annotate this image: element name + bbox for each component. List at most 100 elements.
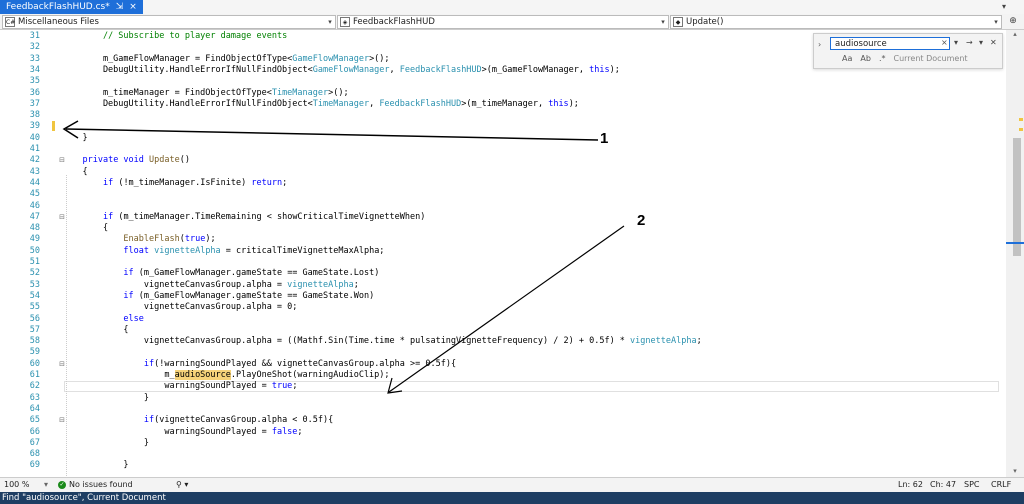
clear-search-icon[interactable]: × (941, 38, 948, 47)
line-number: 52 (29, 268, 40, 279)
code-line[interactable]: warningSoundPlayed = false; (62, 427, 302, 437)
code-line[interactable]: vignetteCanvasGroup.alpha = ((Mathf.Sin(… (62, 336, 702, 346)
pin-icon[interactable]: ⇲ (116, 0, 124, 14)
find-next-icon[interactable]: → (966, 38, 973, 47)
line-indicator[interactable]: Ln: 62 (898, 478, 923, 492)
navigation-bar: C# Miscellaneous Files ▾ ◈ FeedbackFlash… (0, 14, 1024, 30)
class-icon: ◈ (340, 17, 350, 27)
scrollbar-thumb[interactable] (1013, 138, 1021, 256)
cleanup-icon[interactable]: ⚲ ▾ (176, 478, 188, 492)
line-ending-indicator[interactable]: CRLF (991, 478, 1011, 492)
line-number: 62 (29, 381, 40, 392)
code-editor[interactable]: 31 32 33 34 35 36 37 38 39 40 41 42 43 44 45 46 47 48 49 50… (0, 30, 1024, 477)
find-collapse-icon[interactable]: ▾ (979, 38, 983, 47)
code-line[interactable]: if (!m_timeManager.IsFinite) return; (62, 178, 287, 188)
line-number: 55 (29, 302, 40, 313)
code-line[interactable]: vignetteCanvasGroup.alpha = 0; (62, 302, 298, 312)
code-line[interactable]: { (62, 223, 108, 233)
member-combo[interactable]: ◆ Update() ▾ (670, 15, 1002, 29)
code-line[interactable]: if(vignetteCanvasGroup.alpha < 0.5f){ (62, 415, 333, 425)
code-line[interactable]: } (62, 460, 128, 470)
issues-text: No issues found (69, 480, 133, 489)
line-number: 38 (29, 110, 40, 121)
code-line[interactable]: } (62, 438, 149, 448)
csharp-file-icon: C# (5, 17, 16, 27)
code-line[interactable]: // Subscribe to player damage events (62, 31, 287, 41)
toggle-replace-icon[interactable]: › (818, 40, 821, 49)
project-combo-label: Miscellaneous Files (18, 17, 99, 27)
line-number: 64 (29, 403, 40, 414)
chevron-down-icon: ▾ (994, 18, 998, 26)
find-options-icon[interactable]: ▾ (954, 38, 958, 47)
line-number: 53 (29, 279, 40, 290)
app-status-text: Find "audiosource", Current Document (2, 493, 166, 503)
column-indicator[interactable]: Ch: 47 (930, 478, 956, 492)
indent-guide (66, 174, 67, 477)
find-scope[interactable]: Current Document (893, 54, 967, 63)
code-line[interactable]: DebugUtility.HandleErrorIfNullFindObject… (62, 65, 620, 75)
class-combo[interactable]: ◈ FeedbackFlashHUD ▾ (337, 15, 669, 29)
line-number: 50 (29, 245, 40, 256)
line-number: 44 (29, 177, 40, 188)
line-number: 61 (29, 370, 40, 380)
code-line[interactable]: { (62, 325, 128, 335)
code-line[interactable]: m_audioSource.PlayOneShot(warningAudioCl… (62, 370, 390, 380)
line-number: 47 (29, 211, 40, 222)
class-combo-label: FeedbackFlashHUD (353, 17, 435, 27)
chevron-down-icon: ▾ (661, 18, 665, 26)
code-line[interactable]: float vignetteAlpha = criticalTimeVignet… (62, 246, 384, 256)
line-number: 49 (29, 234, 40, 245)
line-number: 63 (29, 392, 40, 403)
code-line[interactable]: warningSoundPlayed = true; (62, 381, 297, 391)
code-line[interactable]: DebugUtility.HandleErrorIfNullFindObject… (62, 99, 579, 109)
line-number: 36 (29, 87, 40, 98)
close-find-icon[interactable]: ✕ (990, 38, 997, 47)
code-line[interactable]: } (62, 393, 149, 403)
scroll-up-icon[interactable]: ▴ (1006, 30, 1024, 40)
line-number: 68 (29, 449, 40, 460)
code-line[interactable]: if (m_GameFlowManager.gameState == GameS… (62, 268, 379, 278)
line-number-gutter: 31 32 33 34 35 36 37 38 39 40 41 42 43 44 45 46 47 48 49 50… (0, 30, 40, 477)
line-number: 59 (29, 347, 40, 358)
line-number: 41 (29, 144, 40, 154)
chevron-down-icon: ▾ (328, 18, 332, 26)
line-number: 45 (29, 189, 40, 200)
code-line[interactable]: if (m_GameFlowManager.gameState == GameS… (62, 291, 374, 301)
whitespace-indicator[interactable]: SPC (964, 478, 980, 492)
split-editor-icon[interactable]: ⊕ (1006, 15, 1020, 28)
line-number: 34 (29, 64, 40, 75)
code-line[interactable]: vignetteCanvasGroup.alpha = vignetteAlph… (62, 280, 359, 290)
zoom-dropdown-icon[interactable]: ▾ (44, 478, 48, 492)
match-case-icon[interactable]: Aa (842, 54, 852, 63)
line-number: 56 (29, 313, 40, 324)
line-number: 54 (29, 290, 40, 301)
find-input[interactable]: audiosource (830, 37, 950, 50)
code-line[interactable]: } (62, 133, 87, 143)
tab-feedbackflashhud[interactable]: FeedbackFlashHUD.cs* ⇲ × (0, 0, 143, 14)
code-line[interactable]: else (62, 314, 143, 324)
line-number: 58 (29, 336, 40, 347)
issues-indicator[interactable]: ✓ No issues found (58, 478, 133, 492)
code-line[interactable]: if (m_timeManager.TimeRemaining < showCr… (62, 212, 425, 222)
line-number: 48 (29, 223, 40, 234)
line-number: 40 (29, 132, 40, 143)
code-line[interactable]: m_timeManager = FindObjectOfType<TimeMan… (62, 88, 349, 98)
code-line[interactable]: private void Update() (62, 155, 190, 165)
line-number: 57 (29, 324, 40, 335)
vertical-scrollbar[interactable]: ▴ ▾ (1006, 30, 1024, 477)
zoom-level[interactable]: 100 % (4, 478, 29, 492)
find-widget: › audiosource × ▾ → ▾ ✕ Aa Ab .* Current… (813, 33, 1003, 69)
scroll-down-icon[interactable]: ▾ (1006, 467, 1024, 477)
annotation-label-2: 2 (637, 212, 646, 229)
code-line[interactable]: EnableFlash(true); (62, 234, 215, 244)
check-icon: ✓ (58, 480, 66, 489)
close-tab-icon[interactable]: × (129, 0, 137, 14)
line-number: 31 (29, 31, 40, 41)
code-line[interactable]: if(!warningSoundPlayed && vignetteCanvas… (62, 359, 456, 369)
line-number: 66 (29, 426, 40, 437)
project-combo[interactable]: C# Miscellaneous Files ▾ (2, 15, 336, 29)
regex-icon[interactable]: .* (879, 54, 886, 63)
code-line[interactable]: m_GameFlowManager = FindObjectOfType<Gam… (62, 54, 390, 64)
whole-word-icon[interactable]: Ab (860, 54, 871, 63)
tab-list-dropdown-icon[interactable]: ▾ (998, 0, 1010, 14)
